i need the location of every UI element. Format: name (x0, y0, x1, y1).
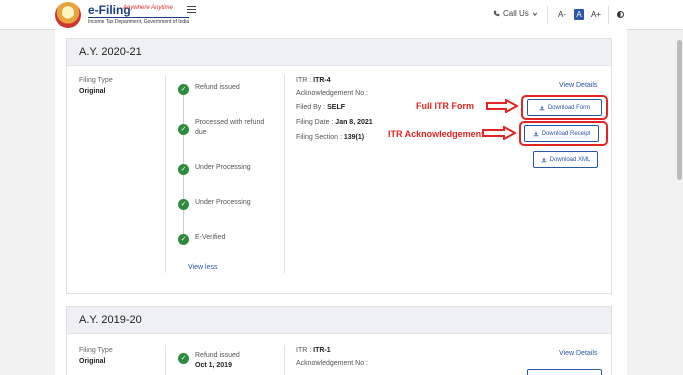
arrow-icon (482, 126, 516, 140)
view-less-link[interactable]: View less (188, 264, 217, 271)
check-icon: ✓ (178, 124, 189, 135)
acknowledgement-number: Acknowledgement No : (296, 360, 368, 367)
timeline-step: Under Processing (195, 199, 251, 206)
top-header: e-Filing Anywhere Anytime Income Tax Dep… (0, 0, 683, 30)
column-divider (165, 75, 166, 273)
font-decrease-button[interactable]: A- (557, 9, 567, 20)
phone-icon (493, 10, 500, 17)
chevron-down-icon (532, 12, 537, 16)
download-form-button[interactable] (527, 369, 602, 375)
highlight-ring-receipt (519, 121, 608, 146)
filing-type-label: Filing Type (79, 77, 113, 84)
check-icon: ✓ (178, 84, 189, 95)
check-icon: ✓ (178, 164, 189, 175)
filing-type-value: Original (79, 88, 106, 95)
check-icon: ✓ (178, 353, 189, 364)
column-divider (284, 345, 285, 375)
timeline-step-date: Oct 1, 2019 (195, 362, 232, 369)
view-details-link[interactable]: View Details (559, 82, 597, 89)
filing-card: A.Y. 2020-21 (66, 38, 612, 294)
call-us-button[interactable]: Call Us (493, 9, 538, 18)
itr-type: ITR : ITR-1 (296, 347, 331, 354)
divider (608, 6, 609, 24)
check-icon: ✓ (178, 234, 189, 245)
itr-type: ITR : ITR-4 (296, 77, 331, 84)
timeline-step: Refund issued (195, 84, 240, 91)
scrollbar-thumb[interactable] (677, 40, 682, 180)
call-us-label: Call Us (503, 9, 529, 18)
filed-by: Filed By : SELF (296, 104, 346, 111)
timeline-step: Under Processing (195, 164, 251, 171)
emblem-logo-icon[interactable] (55, 2, 81, 28)
download-xml-button[interactable]: Download XML (533, 151, 598, 168)
assessment-year-title: A.Y. 2019-20 (67, 307, 611, 334)
check-icon: ✓ (178, 199, 189, 210)
filing-type-label: Filing Type (79, 347, 113, 354)
download-icon (541, 157, 547, 162)
highlight-ring-form (521, 95, 608, 120)
column-divider (284, 75, 285, 273)
column-divider (165, 345, 166, 375)
filing-type-value: Original (79, 358, 106, 365)
annotation-full-itr: Full ITR Form (416, 101, 474, 111)
annotation-itr-ack: ITR Acknowledgement (388, 129, 485, 139)
logo-subtitle: Income Tax Department, Government of Ind… (88, 17, 190, 25)
timeline-step: Refund issued (195, 352, 240, 359)
divider (547, 6, 548, 24)
view-details-link[interactable]: View Details (559, 350, 597, 357)
menu-icon[interactable] (187, 6, 196, 14)
filing-section: Filing Section : 139(1) (296, 134, 365, 141)
logo-tagline: Anywhere Anytime (123, 5, 173, 11)
timeline-step: Processed with refund due (195, 119, 265, 136)
arrow-icon (486, 99, 518, 113)
font-normal-button[interactable]: A (574, 9, 584, 20)
contrast-icon[interactable] (617, 11, 624, 18)
download-xml-label: Download XML (549, 156, 591, 163)
timeline-step: E-Verified (195, 234, 226, 241)
filing-date: Filing Date : Jan 8, 2021 (296, 119, 373, 126)
font-increase-button[interactable]: A+ (591, 9, 601, 20)
acknowledgement-number: Acknowledgement No : (296, 90, 368, 97)
assessment-year-title: A.Y. 2020-21 (67, 39, 611, 66)
